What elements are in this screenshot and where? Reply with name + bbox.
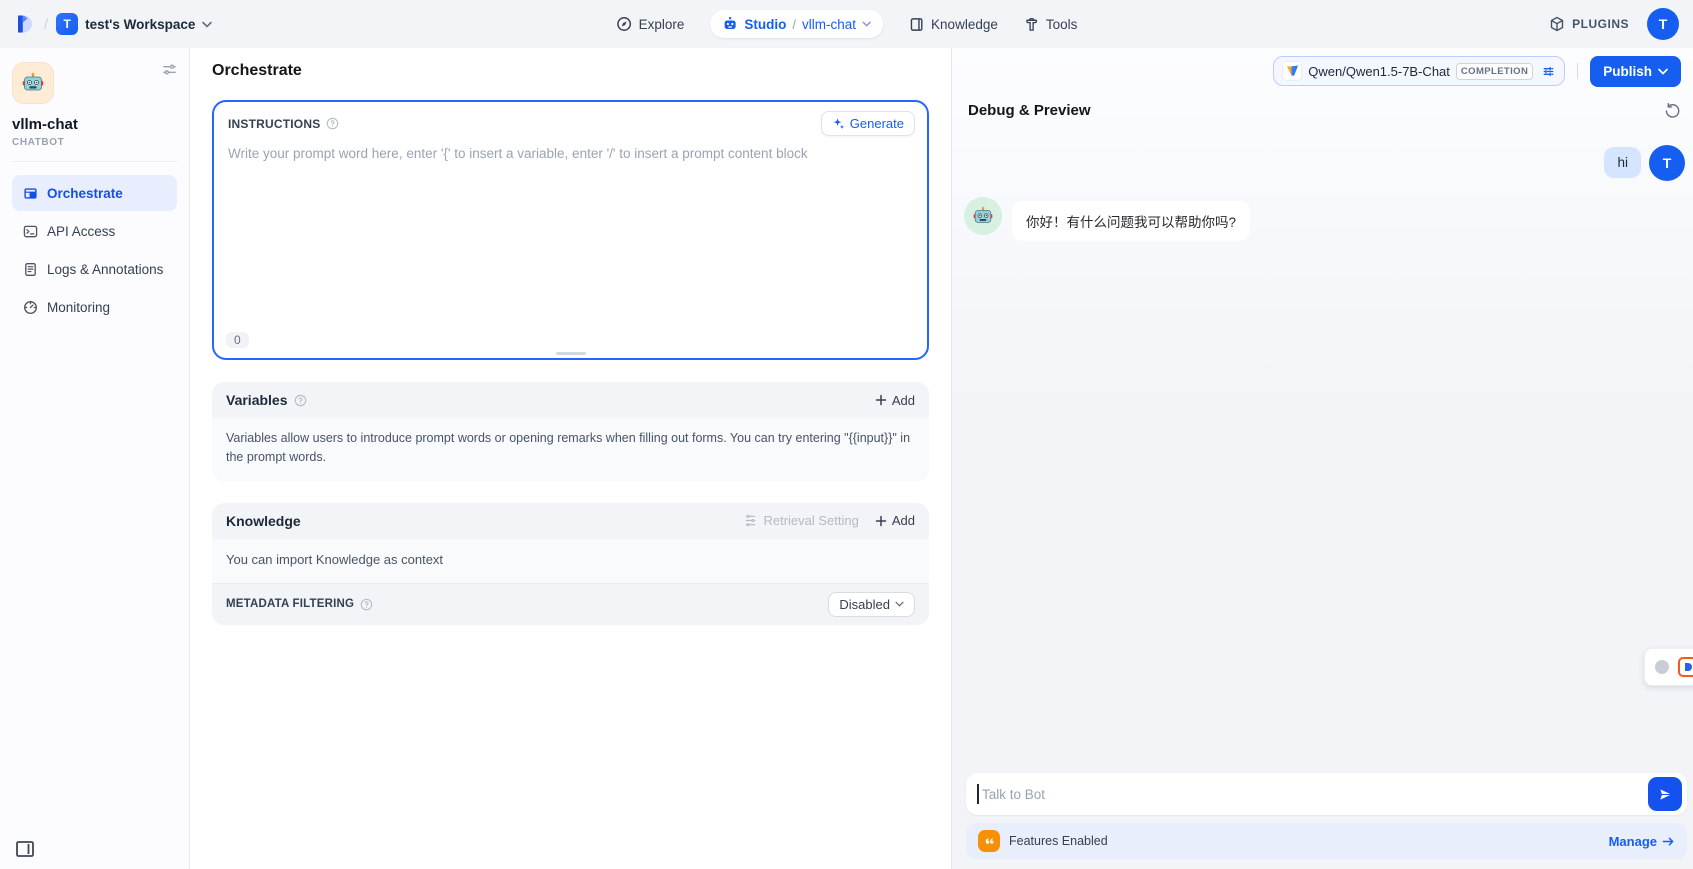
variables-description: Variables allow users to introduce promp…	[212, 418, 929, 481]
sidebar-item-orchestrate[interactable]: Orchestrate	[12, 175, 177, 211]
user-message-bubble: hi	[1604, 147, 1641, 178]
orchestrate-panel: Orchestrate INSTRUCTIONS Generate 0	[190, 48, 952, 869]
collapse-sidebar-icon[interactable]	[16, 841, 34, 857]
model-mode-badge: COMPLETION	[1456, 63, 1533, 80]
model-name: Qwen/Qwen1.5-7B-Chat	[1308, 64, 1450, 79]
knowledge-description: You can import Knowledge as context	[212, 539, 929, 583]
plus-icon	[875, 394, 887, 406]
chat-input-container	[966, 773, 1687, 815]
divider	[1577, 63, 1578, 79]
chevron-down-icon	[895, 601, 904, 607]
plus-icon	[875, 515, 887, 527]
variables-section: Variables Add Variables allow users to i…	[212, 382, 929, 481]
debug-preview-title: Debug & Preview	[968, 102, 1091, 119]
explore-icon	[616, 16, 632, 32]
nav-explore[interactable]: Explore	[616, 16, 685, 32]
extension-widget[interactable]	[1644, 648, 1693, 686]
studio-label: Studio	[744, 17, 786, 32]
dify-logo	[14, 13, 36, 35]
app-type-badge: CHATBOT	[12, 137, 177, 148]
publish-button[interactable]: Publish	[1590, 56, 1681, 87]
generate-button[interactable]: Generate	[821, 111, 915, 136]
model-selector[interactable]: Qwen/Qwen1.5-7B-Chat COMPLETION	[1273, 56, 1565, 86]
app-switcher-chevron-icon[interactable]	[862, 21, 871, 27]
chat-messages: hi T 你好！有什么问题我可以帮助你吗?	[952, 119, 1693, 773]
send-icon	[1658, 787, 1673, 802]
retrieval-setting-icon	[744, 514, 757, 527]
tools-icon	[1024, 17, 1039, 32]
sidebar-item-monitoring[interactable]: Monitoring	[12, 289, 177, 325]
bot-message-bubble: 你好！有什么问题我可以帮助你吗?	[1012, 201, 1250, 241]
add-knowledge-button[interactable]: Add	[875, 513, 915, 528]
sidebar-item-logs-annotations[interactable]: Logs & Annotations	[12, 251, 177, 287]
variables-title: Variables	[226, 392, 288, 408]
api-access-icon	[22, 224, 38, 239]
features-bar[interactable]: Features Enabled Manage	[966, 823, 1687, 859]
chevron-down-icon	[1658, 68, 1668, 75]
manage-features-link[interactable]: Manage	[1609, 834, 1675, 849]
app-sidebar: vllm-chat CHATBOT Orchestrate API Access…	[0, 48, 190, 869]
nav-tools[interactable]: Tools	[1024, 17, 1078, 32]
page-title: Orchestrate	[212, 62, 302, 80]
user-avatar[interactable]: T	[1647, 8, 1679, 40]
current-app-name: vllm-chat	[802, 17, 856, 32]
app-icon	[12, 62, 54, 104]
widget-dot-icon	[1655, 660, 1669, 674]
widget-app-icon	[1678, 657, 1693, 677]
restart-conversation-icon[interactable]	[1664, 102, 1681, 119]
help-icon	[326, 117, 339, 130]
orchestrate-icon	[22, 186, 38, 201]
text-caret	[977, 784, 979, 804]
robot-emoji-icon	[21, 71, 45, 95]
app-settings-icon[interactable]	[162, 62, 177, 77]
user-chat-avatar: T	[1649, 145, 1685, 181]
instructions-panel: INSTRUCTIONS Generate 0	[212, 100, 929, 360]
debug-preview-panel: Qwen/Qwen1.5-7B-Chat COMPLETION Publish …	[952, 48, 1693, 869]
metadata-filtering-dropdown[interactable]: Disabled	[828, 592, 915, 617]
top-nav: / T test's Workspace Explore Studio / vl…	[0, 0, 1693, 48]
metadata-filtering-title: METADATA FILTERING	[226, 598, 354, 610]
add-variable-button[interactable]: Add	[875, 393, 915, 408]
help-icon	[360, 598, 373, 611]
workspace-avatar: T	[56, 13, 78, 35]
workspace-name: test's Workspace	[85, 17, 195, 32]
monitoring-icon	[22, 300, 38, 315]
nav-studio[interactable]: Studio / vllm-chat	[710, 10, 883, 38]
vllm-provider-icon	[1282, 61, 1302, 81]
chevron-down-icon	[202, 21, 212, 28]
knowledge-title: Knowledge	[226, 513, 301, 529]
knowledge-icon	[909, 17, 924, 32]
bot-message-row: 你好！有什么问题我可以帮助你吗?	[964, 197, 1687, 241]
chat-input[interactable]	[966, 773, 1637, 815]
app-name: vllm-chat	[12, 116, 177, 133]
features-label: Features Enabled	[1009, 834, 1108, 848]
studio-robot-icon	[722, 16, 738, 32]
divider	[12, 161, 177, 162]
prompt-textarea[interactable]	[228, 146, 913, 306]
instructions-title: INSTRUCTIONS	[228, 117, 320, 131]
robot-emoji-icon	[972, 205, 994, 227]
sparkles-icon	[832, 117, 845, 130]
features-icon	[978, 830, 1000, 852]
nav-plugins[interactable]: PLUGINS	[1549, 16, 1629, 32]
bot-chat-avatar	[964, 197, 1002, 235]
knowledge-section: Knowledge Retrieval Setting Add	[212, 503, 929, 625]
nav-knowledge[interactable]: Knowledge	[909, 17, 998, 32]
nav-divider: /	[44, 16, 48, 33]
user-message-row: hi T	[964, 145, 1687, 181]
plugins-icon	[1549, 16, 1565, 32]
char-counter: 0	[226, 332, 249, 348]
logs-icon	[22, 262, 38, 277]
help-icon	[294, 394, 307, 407]
arrow-right-icon	[1662, 836, 1675, 847]
resize-handle[interactable]	[556, 352, 586, 355]
sidebar-item-api-access[interactable]: API Access	[12, 213, 177, 249]
retrieval-setting-button[interactable]: Retrieval Setting	[744, 513, 858, 528]
send-button[interactable]	[1648, 777, 1682, 811]
workspace-selector[interactable]: T test's Workspace	[56, 13, 212, 35]
model-parameters-icon[interactable]	[1541, 64, 1556, 79]
